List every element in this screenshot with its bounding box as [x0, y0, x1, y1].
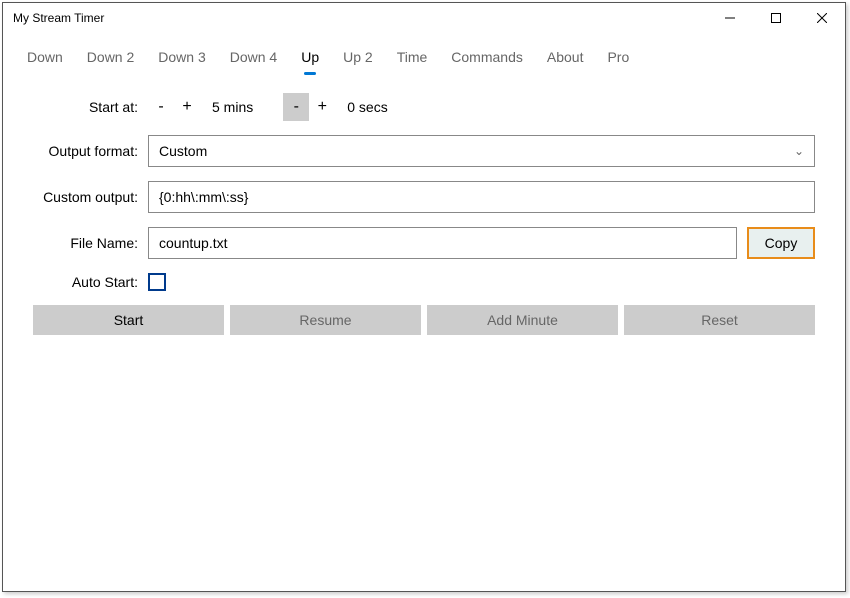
custom-output-label: Custom output: — [33, 189, 148, 205]
window-controls — [707, 3, 845, 33]
secs-value: 0 secs — [335, 99, 399, 115]
titlebar: My Stream Timer — [3, 3, 845, 33]
mins-value: 5 mins — [200, 99, 265, 115]
seconds-stepper: - + 0 secs — [283, 93, 399, 121]
content-area: Start at: - + 5 mins - + 0 secs Output f… — [3, 75, 845, 335]
tab-down[interactable]: Down — [15, 43, 75, 75]
copy-button[interactable]: Copy — [747, 227, 815, 259]
tab-down3[interactable]: Down 3 — [146, 43, 217, 75]
start-at-row: Start at: - + 5 mins - + 0 secs — [33, 93, 815, 121]
minutes-stepper: - + 5 mins — [148, 93, 265, 121]
window-title: My Stream Timer — [13, 11, 104, 25]
start-at-label: Start at: — [33, 99, 148, 115]
app-window: My Stream Timer Down Down 2 Down 3 Down … — [2, 2, 846, 592]
output-format-select[interactable]: Custom ⌄ — [148, 135, 815, 167]
reset-button[interactable]: Reset — [624, 305, 815, 335]
output-format-value: Custom — [159, 143, 207, 159]
minimize-button[interactable] — [707, 3, 753, 33]
tab-commands[interactable]: Commands — [439, 43, 535, 75]
action-buttons: Start Resume Add Minute Reset — [33, 305, 815, 335]
close-button[interactable] — [799, 3, 845, 33]
auto-start-label: Auto Start: — [33, 274, 148, 290]
output-format-label: Output format: — [33, 143, 148, 159]
resume-button[interactable]: Resume — [230, 305, 421, 335]
mins-plus-button[interactable]: + — [174, 93, 200, 121]
tab-about[interactable]: About — [535, 43, 596, 75]
file-name-input[interactable] — [148, 227, 737, 259]
chevron-down-icon: ⌄ — [794, 144, 804, 158]
secs-plus-button[interactable]: + — [309, 93, 335, 121]
tab-down2[interactable]: Down 2 — [75, 43, 146, 75]
mins-minus-button[interactable]: - — [148, 93, 174, 121]
secs-minus-button[interactable]: - — [283, 93, 309, 121]
file-name-label: File Name: — [33, 235, 148, 251]
tab-time[interactable]: Time — [385, 43, 440, 75]
auto-start-row: Auto Start: — [33, 273, 815, 291]
tab-up2[interactable]: Up 2 — [331, 43, 385, 75]
tab-up[interactable]: Up — [289, 43, 331, 75]
maximize-button[interactable] — [753, 3, 799, 33]
output-format-row: Output format: Custom ⌄ — [33, 135, 815, 167]
tab-bar: Down Down 2 Down 3 Down 4 Up Up 2 Time C… — [3, 33, 845, 75]
tab-pro[interactable]: Pro — [595, 43, 641, 75]
custom-output-input[interactable] — [148, 181, 815, 213]
file-name-row: File Name: Copy — [33, 227, 815, 259]
add-minute-button[interactable]: Add Minute — [427, 305, 618, 335]
tab-down4[interactable]: Down 4 — [218, 43, 289, 75]
custom-output-row: Custom output: — [33, 181, 815, 213]
start-button[interactable]: Start — [33, 305, 224, 335]
auto-start-checkbox[interactable] — [148, 273, 166, 291]
